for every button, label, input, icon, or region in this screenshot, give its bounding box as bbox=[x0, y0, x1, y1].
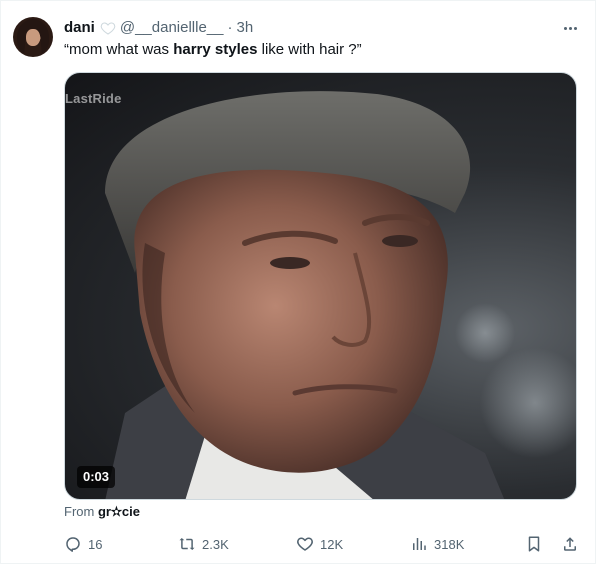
share-button[interactable] bbox=[560, 534, 580, 554]
more-dot bbox=[563, 26, 567, 30]
views-button[interactable]: 318K bbox=[410, 534, 464, 554]
avatar[interactable] bbox=[13, 17, 53, 57]
more-icon[interactable] bbox=[560, 18, 580, 38]
bookmark-icon bbox=[528, 536, 540, 552]
video-watermark: LastRide bbox=[65, 91, 122, 106]
white-heart-icon bbox=[100, 20, 116, 36]
repost-button[interactable]: 2.3K bbox=[178, 534, 229, 554]
views-count: 318K bbox=[434, 536, 465, 552]
author-handle[interactable]: @__daniellle__ bbox=[120, 18, 224, 38]
source-prefix: From bbox=[64, 504, 98, 519]
timestamp[interactable]: 3h bbox=[236, 18, 253, 38]
separator-dot: · bbox=[227, 19, 233, 36]
avatar-face bbox=[26, 29, 40, 46]
video-frame bbox=[105, 91, 576, 499]
video-source: From gr✫cie bbox=[64, 504, 140, 520]
video-duration: 0:03 bbox=[77, 466, 116, 488]
like-icon bbox=[297, 537, 313, 551]
tweet-header: dani @__daniellle__ · 3h bbox=[64, 18, 253, 38]
more-dot bbox=[568, 26, 572, 30]
like-count: 12K bbox=[320, 536, 344, 552]
like-button[interactable]: 12K bbox=[296, 534, 343, 554]
views-icon bbox=[413, 538, 426, 550]
tweet-text: “mom what was harry styles like with hai… bbox=[64, 40, 362, 60]
more-dot bbox=[573, 26, 577, 30]
bookmark-button[interactable] bbox=[524, 534, 544, 554]
source-link[interactable]: gr✫cie bbox=[98, 504, 140, 519]
repost-icon bbox=[179, 538, 195, 550]
reply-count: 16 bbox=[88, 536, 103, 552]
tweet-text-end: like with hair ?” bbox=[257, 41, 362, 58]
share-icon bbox=[564, 537, 576, 551]
repost-count: 2.3K bbox=[202, 536, 229, 552]
tweet-text-start: “mom what was bbox=[64, 41, 174, 58]
video-player[interactable]: LastRide 0:03 bbox=[64, 72, 577, 500]
author-name[interactable]: dani bbox=[64, 18, 95, 38]
tweet-text-bold: harry styles bbox=[173, 41, 258, 58]
reply-icon bbox=[66, 537, 80, 552]
reply-button[interactable]: 16 bbox=[64, 534, 102, 554]
